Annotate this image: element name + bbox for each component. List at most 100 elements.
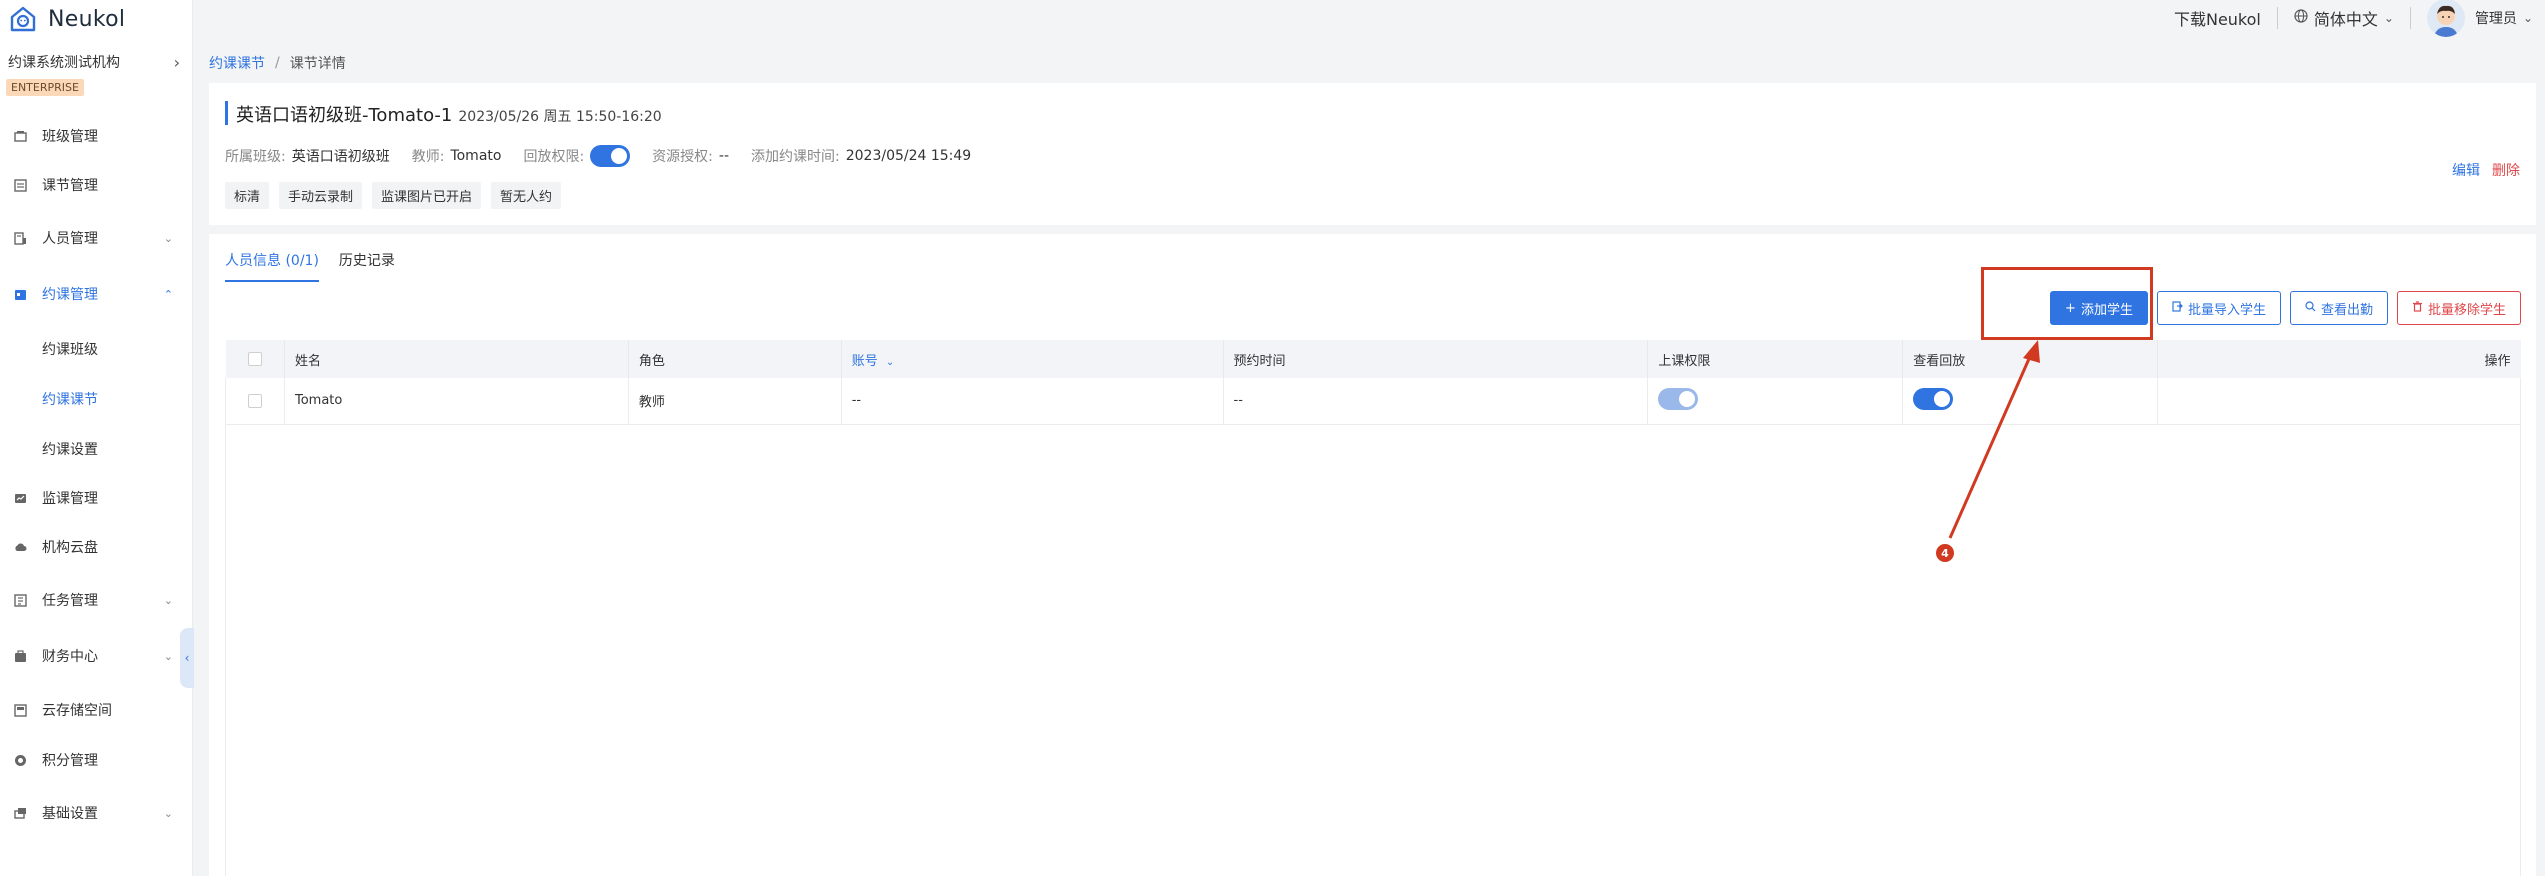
points-icon	[13, 753, 27, 767]
user-name: 管理员	[2474, 11, 2517, 27]
sidebar-item-class[interactable]: 班级管理	[0, 119, 193, 153]
annotation-step-number: 4	[1936, 544, 1954, 562]
sidebar-item-storage[interactable]: 云存储空间	[0, 693, 193, 727]
batch-remove-button[interactable]: 批量移除学生	[2396, 291, 2521, 325]
chevron-right-icon: ›	[173, 52, 180, 72]
edition-badge: ENTERPRISE	[6, 79, 84, 96]
cell-role: 教师	[628, 378, 842, 425]
divider	[2409, 7, 2411, 29]
resource-label: 资源授权:	[652, 149, 713, 165]
download-link[interactable]: 下载Neukol	[2174, 6, 2261, 30]
tab-members[interactable]: 人员信息 (0/1)	[225, 250, 319, 282]
batch-import-label: 批量导入学生	[2187, 302, 2266, 318]
class-icon	[13, 129, 27, 143]
neukol-logo-icon	[10, 6, 36, 32]
lesson-actions: 编辑 删除	[2452, 160, 2520, 180]
members-table: 姓名 角色 账号 ⌄ 预约时间 上课权限 查看回放 操作 Tomato 教师 -…	[225, 340, 2521, 425]
batch-remove-label: 批量移除学生	[2427, 302, 2506, 318]
breadcrumb-separator: /	[275, 55, 280, 71]
sidebar-item-monitor[interactable]: 监课管理	[0, 481, 193, 515]
table-header-row: 姓名 角色 账号 ⌄ 预约时间 上课权限 查看回放 操作	[225, 340, 2521, 378]
tag-recording: 手动云录制	[279, 182, 363, 209]
edit-button[interactable]: 编辑	[2452, 160, 2480, 180]
user-menu[interactable]: 管理员 ⌄	[2426, 0, 2533, 37]
sidebar-item-points[interactable]: 积分管理	[0, 743, 193, 777]
chevron-down-icon: ⌄	[2383, 11, 2394, 25]
chevron-down-icon: ⌄	[163, 593, 173, 607]
class-permission-toggle	[1658, 387, 1699, 410]
language-switcher[interactable]: 简体中文 ⌄	[2294, 6, 2394, 30]
sidebar-item-label: 人员管理	[42, 231, 98, 247]
sidebar-collapse-button[interactable]: ‹	[180, 628, 194, 688]
sidebar-item-settings[interactable]: 基础设置 ⌄	[0, 796, 193, 830]
breadcrumb-parent[interactable]: 约课课节	[209, 53, 265, 73]
replay-toggle[interactable]	[590, 145, 631, 167]
divider	[2276, 7, 2278, 29]
row-select-cell	[225, 378, 285, 425]
chevron-down-icon: ⌄	[163, 231, 173, 245]
lesson-icon	[13, 178, 27, 192]
batch-import-button[interactable]: 批量导入学生	[2156, 291, 2281, 325]
finance-icon	[13, 649, 27, 663]
lesson-info-card: 英语口语初级班-Tomato-1 2023/05/26 周五 15:50-16:…	[209, 83, 2536, 225]
sidebar-item-label: 监课管理	[42, 491, 98, 507]
chevron-left-icon: ‹	[184, 651, 190, 665]
tab-history[interactable]: 历史记录	[339, 250, 395, 282]
view-replay-toggle[interactable]	[1913, 387, 1954, 410]
storage-icon	[13, 703, 27, 717]
breadcrumb: 约课课节 / 课节详情	[209, 53, 346, 73]
topbar: 下载Neukol 简体中文 ⌄ 管理员 ⌄	[193, 0, 2545, 40]
delete-button[interactable]: 删除	[2492, 160, 2520, 180]
cell-view-replay	[1902, 378, 2159, 425]
column-header-booking-time: 预约时间	[1223, 340, 1649, 378]
sidebar-item-finance[interactable]: 财务中心 ⌄	[0, 639, 193, 673]
column-header-actions: 操作	[2157, 340, 2521, 378]
select-all-checkbox[interactable]	[247, 352, 262, 366]
column-header-role: 角色	[628, 340, 842, 378]
page-title: 英语口语初级班-Tomato-1	[236, 105, 453, 126]
chevron-up-icon: ⌃	[163, 287, 173, 301]
cell-name: Tomato	[284, 378, 629, 425]
teacher-value: Tomato	[450, 148, 502, 164]
breadcrumb-current: 课节详情	[289, 56, 346, 72]
chevron-down-icon: ⌄	[2522, 11, 2533, 25]
cloud-icon	[13, 540, 27, 554]
sidebar-item-people[interactable]: 人员管理 ⌄	[0, 221, 193, 255]
table-row: Tomato 教师 -- --	[225, 378, 2521, 425]
sidebar-item-task[interactable]: 任务管理 ⌄	[0, 583, 193, 617]
sidebar-subitem-booking-class[interactable]: 约课班级	[42, 339, 98, 359]
sidebar-item-booking[interactable]: 约课管理 ⌃	[0, 277, 193, 311]
tab-bar: 人员信息 (0/1) 历史记录	[225, 250, 415, 282]
replay-label: 回放权限:	[523, 149, 585, 165]
chevron-down-icon: ⌄	[163, 806, 173, 820]
topbar-actions: 下载Neukol 简体中文 ⌄ 管理员 ⌄	[2174, 0, 2533, 37]
sidebar-item-label: 积分管理	[42, 753, 98, 769]
sidebar-item-label: 财务中心	[42, 649, 98, 665]
sidebar-item-cloud[interactable]: 机构云盘	[0, 530, 193, 564]
sidebar-item-lesson[interactable]: 课节管理	[0, 168, 193, 202]
tag-booking-status: 暂无人约	[491, 182, 562, 209]
chevron-down-icon: ⌄	[163, 649, 173, 663]
org-name: 约课系统测试机构	[8, 55, 120, 71]
app-logo[interactable]: Neukol	[8, 3, 125, 35]
row-checkbox[interactable]	[247, 393, 262, 408]
booking-icon	[13, 287, 27, 301]
sidebar-item-label: 班级管理	[42, 129, 98, 145]
sidebar-subitem-booking-lesson[interactable]: 约课课节	[42, 389, 98, 409]
sidebar-subitem-booking-settings[interactable]: 约课设置	[42, 439, 98, 459]
account-header-label: 账号	[851, 353, 878, 369]
lesson-meta: 所属班级: 英语口语初级班 教师: Tomato 回放权限: 资源授权: -- …	[225, 145, 993, 167]
org-switcher[interactable]: 约课系统测试机构 ›	[8, 52, 180, 72]
teacher-label: 教师:	[411, 149, 445, 165]
column-header-name: 姓名	[284, 340, 629, 378]
sort-icon: ⌄	[885, 356, 895, 368]
resource-value: --	[718, 148, 729, 164]
lesson-datetime: 2023/05/26 周五 15:50-16:20	[458, 109, 662, 125]
members-panel: 人员信息 (0/1) 历史记录 + 添加学生 批量导入学生 查看出勤 批量移除学…	[209, 234, 2536, 876]
sidebar-item-label: 任务管理	[42, 593, 98, 609]
task-icon	[13, 593, 27, 607]
column-header-view-replay: 查看回放	[1902, 340, 2159, 378]
view-attendance-button[interactable]: 查看出勤	[2289, 291, 2388, 325]
people-icon	[13, 231, 27, 245]
column-header-account[interactable]: 账号 ⌄	[841, 340, 1224, 378]
